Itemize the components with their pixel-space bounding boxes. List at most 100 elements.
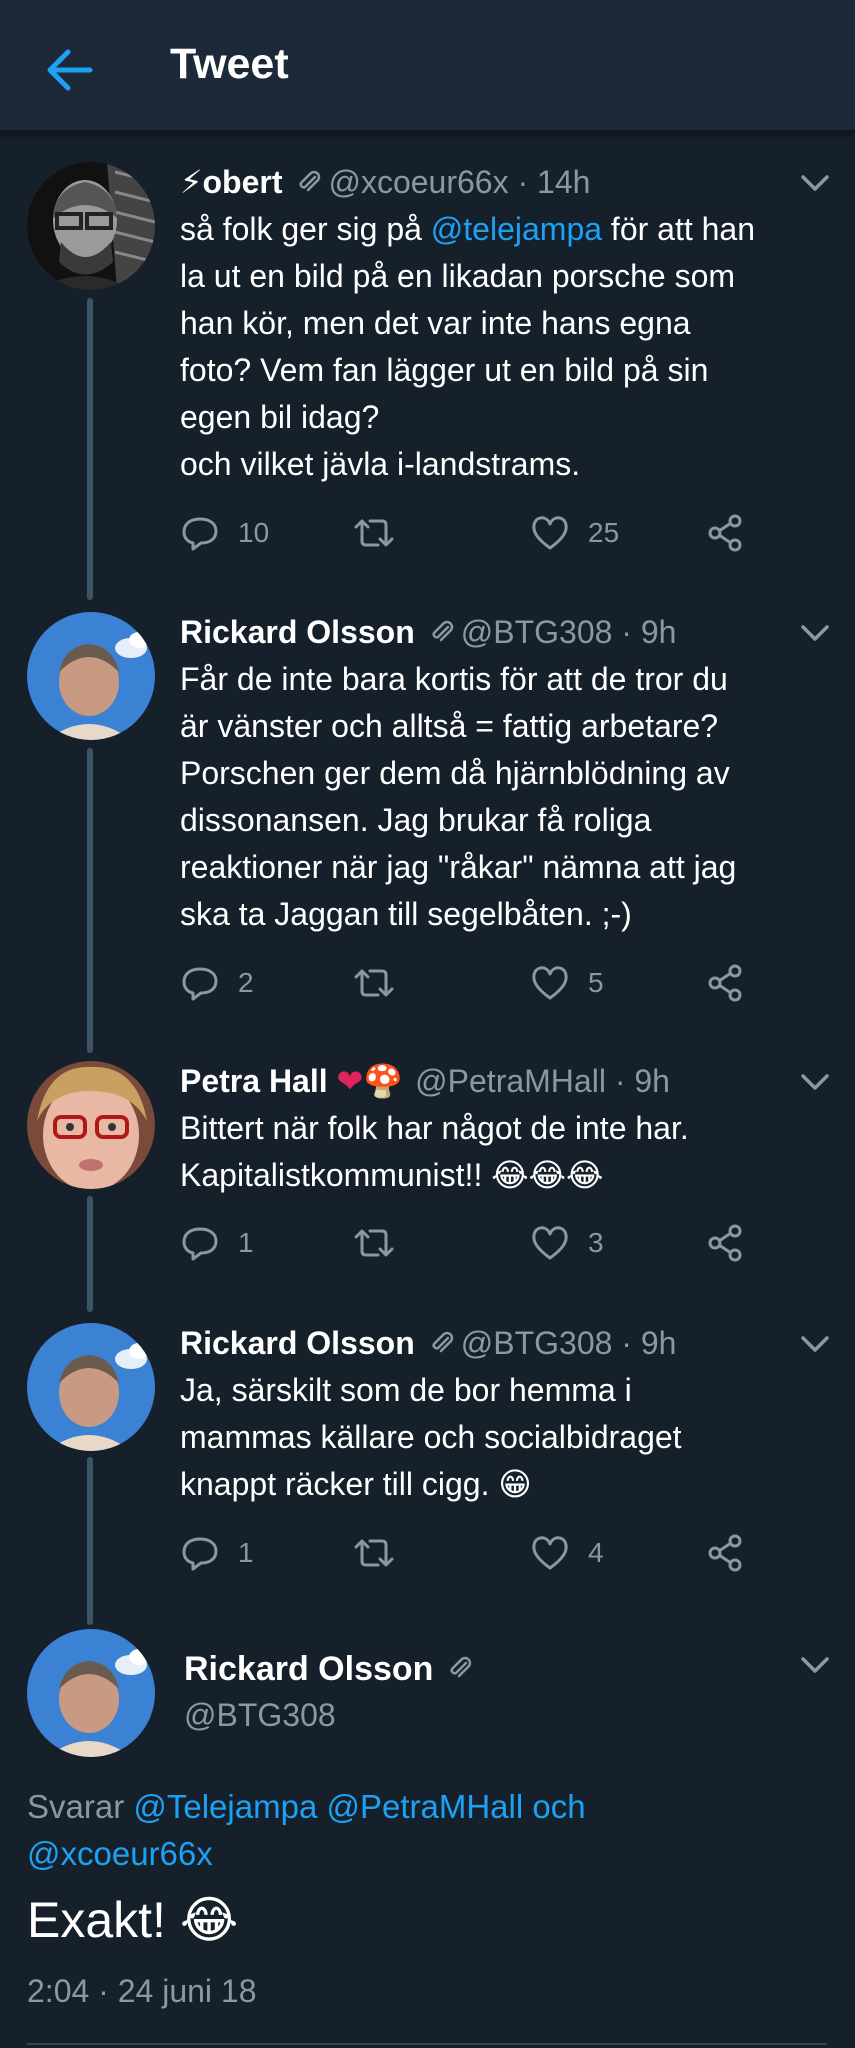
retweet-icon [354, 1539, 394, 1567]
thread-line [87, 298, 93, 600]
handle[interactable]: @BTG308 [461, 1325, 613, 1361]
tweet-menu-button[interactable] [795, 168, 835, 198]
heart-icon [532, 1226, 568, 1260]
tweet-emoji: 😂😂😂 [491, 1156, 604, 1194]
handle[interactable]: @xcoeur66x [328, 164, 508, 200]
share-button[interactable] [705, 960, 745, 1006]
reply-button[interactable]: 2 [180, 960, 254, 1006]
name-emoji: ⚡ [180, 163, 203, 201]
main-timestamp: 2:04 · 24 juni 18 [27, 1973, 257, 2009]
like-button[interactable]: 25 [530, 510, 619, 556]
avatar[interactable] [27, 612, 155, 740]
handle[interactable]: @PetraMHall [415, 1063, 606, 1099]
chevron-down-icon [801, 1336, 829, 1352]
like-count: 5 [588, 967, 604, 998]
tweet-header: ⚡obert @xcoeur66x · 14h [180, 160, 590, 204]
thread-line [87, 748, 93, 1053]
back-button[interactable] [40, 40, 100, 100]
reply-icon [182, 967, 218, 1001]
main-tweet-text: Exakt! 😂 [27, 1891, 239, 1949]
tweet-text: Bittert när folk har något de inte har. … [180, 1110, 689, 1194]
display-name[interactable]: obert [202, 164, 282, 200]
retweet-button[interactable] [352, 960, 414, 1006]
share-button[interactable] [705, 1220, 745, 1266]
paperclip-icon [296, 163, 322, 207]
tweet-menu-button[interactable] [795, 1067, 835, 1097]
share-button[interactable] [705, 510, 745, 556]
tweet-menu-button[interactable] [795, 618, 835, 648]
heart-icon [532, 1536, 568, 1570]
avatar-image [27, 162, 155, 290]
name-emoji: ❤🍄 [336, 1062, 404, 1100]
avatar-image [27, 1629, 155, 1757]
tweet-header: Rickard Olsson @BTG308 · 9h [180, 610, 676, 654]
tweet-menu-button[interactable] [795, 1329, 835, 1359]
like-button[interactable]: 4 [530, 1530, 604, 1576]
retweet-icon [354, 969, 394, 997]
reply-button[interactable]: 1 [180, 1530, 254, 1576]
like-count: 3 [588, 1227, 604, 1258]
avatar[interactable] [27, 1061, 155, 1189]
reply-mentions-link[interactable]: @Telejampa @PetraMHall och [133, 1788, 585, 1825]
tweet-actions: 1 4 [180, 1530, 780, 1576]
reply-button[interactable]: 1 [180, 1220, 254, 1266]
thread-line [87, 1457, 93, 1625]
avatar[interactable] [27, 162, 155, 290]
chevron-down-icon [801, 1074, 829, 1090]
tweet-emoji: 😂 [179, 1891, 239, 1949]
thread-line [87, 1196, 93, 1312]
avatar[interactable] [27, 1629, 155, 1757]
mention-link[interactable]: @telejampa [431, 211, 602, 247]
tweet-text: Får de inte bara kortis för att de tror … [180, 661, 737, 932]
main-handle[interactable]: @BTG308 [184, 1697, 336, 1734]
chevron-down-icon [801, 625, 829, 641]
reply-icon [182, 1537, 218, 1571]
paperclip-icon [447, 1652, 473, 1691]
display-name[interactable]: Rickard Olsson [180, 1325, 415, 1361]
handle[interactable]: @BTG308 [461, 614, 613, 650]
retweet-icon [354, 1229, 394, 1257]
tweet-actions: 1 3 [180, 1220, 780, 1266]
share-icon [708, 964, 742, 1002]
tweet-menu-button[interactable] [795, 1650, 835, 1680]
paperclip-icon [429, 613, 455, 657]
like-button[interactable]: 3 [530, 1220, 604, 1266]
reply-button[interactable]: 10 [180, 510, 269, 556]
tweet-text: så folk ger sig på @telejampa för att ha… [180, 211, 756, 482]
like-count: 25 [588, 517, 620, 548]
avatar-image [27, 1323, 155, 1451]
divider [27, 2043, 827, 2045]
page-title: Tweet [170, 40, 289, 88]
like-count: 4 [588, 1537, 604, 1568]
retweet-button[interactable] [352, 1220, 414, 1266]
reply-icon [182, 1227, 218, 1261]
reply-mention-link[interactable]: @xcoeur66x [27, 1835, 213, 1872]
share-icon [708, 1224, 742, 1262]
replying-to: Svarar @Telejampa @PetraMHall och @xcoeu… [27, 1788, 586, 1872]
display-name[interactable]: Petra Hall [180, 1063, 328, 1099]
retweet-button[interactable] [352, 510, 414, 556]
reply-count: 2 [238, 967, 254, 998]
retweet-button[interactable] [352, 1530, 414, 1576]
chevron-down-icon [801, 1657, 829, 1673]
share-icon [708, 514, 742, 552]
avatar-image [27, 1061, 155, 1189]
reply-count: 10 [238, 517, 270, 548]
reply-icon [182, 517, 218, 551]
reply-count: 1 [238, 1227, 254, 1258]
paperclip-icon [429, 1324, 455, 1368]
timestamp: 9h [640, 614, 677, 650]
arrow-left-icon [47, 49, 93, 91]
heart-icon [532, 966, 568, 1000]
reply-count: 1 [238, 1537, 254, 1568]
display-name[interactable]: Rickard Olsson [180, 614, 415, 650]
main-display-name[interactable]: Rickard Olsson [184, 1650, 479, 1691]
timestamp: 14h [537, 164, 591, 200]
heart-icon [532, 516, 568, 550]
tweet-header: Rickard Olsson @BTG308 · 9h [180, 1321, 676, 1365]
share-button[interactable] [705, 1530, 745, 1576]
tweet-emoji: 😁 [498, 1465, 532, 1503]
top-bar: Tweet [0, 0, 855, 132]
avatar[interactable] [27, 1323, 155, 1451]
like-button[interactable]: 5 [530, 960, 604, 1006]
